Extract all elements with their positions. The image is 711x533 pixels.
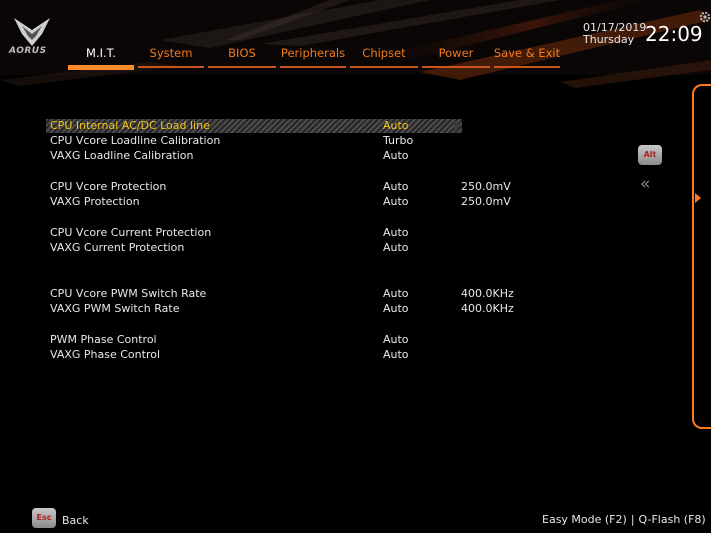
date-display: 01/17/2019 Thursday (583, 22, 646, 46)
selection-highlight-tip (454, 119, 460, 133)
footer-separator: | (630, 513, 635, 526)
setting-label: CPU Vcore PWM Switch Rate (50, 287, 207, 300)
tab-bios[interactable]: BIOS (206, 44, 278, 70)
setting-row-vaxg-pwm-switch-rate[interactable]: VAXG PWM Switch Rate Auto 400.0KHz (50, 302, 514, 317)
tab-system[interactable]: System (136, 44, 206, 70)
time-display: 22:09 (645, 22, 703, 46)
setting-row-cpu-vcore-protection[interactable]: CPU Vcore Protection Auto 250.0mV (50, 180, 511, 195)
setting-current-value: 400.0KHz (461, 302, 514, 315)
background-decoration (0, 0, 711, 88)
main-tabs: M.I.T. System BIOS Peripherals Chipset P… (66, 44, 572, 70)
setting-label: CPU Vcore Protection (50, 180, 167, 193)
chevron-right-icon[interactable] (695, 193, 701, 203)
tab-peripherals[interactable]: Peripherals (278, 44, 348, 70)
setting-label: VAXG Protection (50, 195, 140, 208)
tab-label: Save & Exit (493, 46, 561, 60)
setting-value[interactable]: Auto (383, 348, 409, 361)
setting-label: PWM Phase Control (50, 333, 157, 346)
setting-value[interactable]: Auto (383, 241, 409, 254)
day-text: Thursday (583, 33, 635, 46)
setting-row-vaxg-current-protection[interactable]: VAXG Current Protection Auto (50, 241, 470, 256)
easy-mode-link[interactable]: Easy Mode (F2) (542, 513, 627, 526)
setting-label: VAXG Phase Control (50, 348, 161, 361)
setting-label: CPU Internal AC/DC Load line (50, 119, 210, 132)
setting-row-cpu-vcore-pwm-switch-rate[interactable]: CPU Vcore PWM Switch Rate Auto 400.0KHz (50, 287, 514, 302)
brand-text: AORUS (9, 46, 47, 56)
setting-label: CPU Vcore Current Protection (50, 226, 212, 239)
setting-value[interactable]: Auto (383, 195, 409, 208)
tab-power[interactable]: Power (420, 44, 492, 70)
setting-value[interactable]: Auto (383, 149, 409, 162)
setting-row-vaxg-protection[interactable]: VAXG Protection Auto 250.0mV (50, 195, 511, 210)
setting-value[interactable]: Turbo (383, 134, 413, 147)
setting-label: VAXG Loadline Calibration (50, 149, 194, 162)
alt-key-button[interactable]: Alt (638, 145, 662, 165)
setting-label: VAXG PWM Switch Rate (50, 302, 180, 315)
qflash-link[interactable]: Q-Flash (F8) (639, 513, 706, 526)
back-label[interactable]: Back (62, 514, 89, 527)
tab-label: M.I.T. (86, 46, 116, 60)
tab-label: Peripherals (280, 46, 346, 60)
esc-key-button[interactable]: Esc (32, 508, 56, 528)
tab-mit[interactable]: M.I.T. (66, 44, 136, 70)
setting-label: VAXG Current Protection (50, 241, 185, 254)
gear-icon[interactable] (699, 11, 711, 23)
setting-value[interactable]: Auto (383, 226, 409, 239)
setting-value[interactable]: Auto (383, 302, 409, 315)
setting-row-cpu-vcore-current-protection[interactable]: CPU Vcore Current Protection Auto (50, 226, 470, 241)
setting-row-cpu-vcore-llc[interactable]: CPU Vcore Loadline Calibration Turbo (50, 134, 470, 149)
setting-row-vaxg-llc[interactable]: VAXG Loadline Calibration Auto (50, 149, 470, 164)
tab-label: BIOS (228, 46, 256, 60)
tab-label: Power (438, 46, 474, 60)
setting-current-value: 250.0mV (461, 195, 511, 208)
side-panel-handle[interactable] (692, 84, 711, 429)
setting-value[interactable]: Auto (383, 180, 409, 193)
double-chevron-left-icon[interactable]: « (640, 174, 651, 194)
tab-save-exit[interactable]: Save & Exit (492, 44, 562, 70)
setting-value[interactable]: Auto (383, 287, 409, 300)
setting-row-cpu-internal-load-line[interactable]: CPU Internal AC/DC Load line Auto (46, 119, 470, 134)
setting-row-vaxg-phase-control[interactable]: VAXG Phase Control Auto (50, 348, 470, 363)
setting-row-pwm-phase-control[interactable]: PWM Phase Control Auto (50, 333, 470, 348)
setting-label: CPU Vcore Loadline Calibration (50, 134, 221, 147)
tab-chipset[interactable]: Chipset (348, 44, 420, 70)
tab-label: System (149, 46, 193, 60)
setting-value[interactable]: Auto (383, 119, 409, 132)
setting-current-value: 400.0KHz (461, 287, 514, 300)
footer-shortcuts: Easy Mode (F2) | Q-Flash (F8) (542, 513, 706, 526)
setting-current-value: 250.0mV (461, 180, 511, 193)
setting-value[interactable]: Auto (383, 333, 409, 346)
tab-label: Chipset (362, 46, 406, 60)
